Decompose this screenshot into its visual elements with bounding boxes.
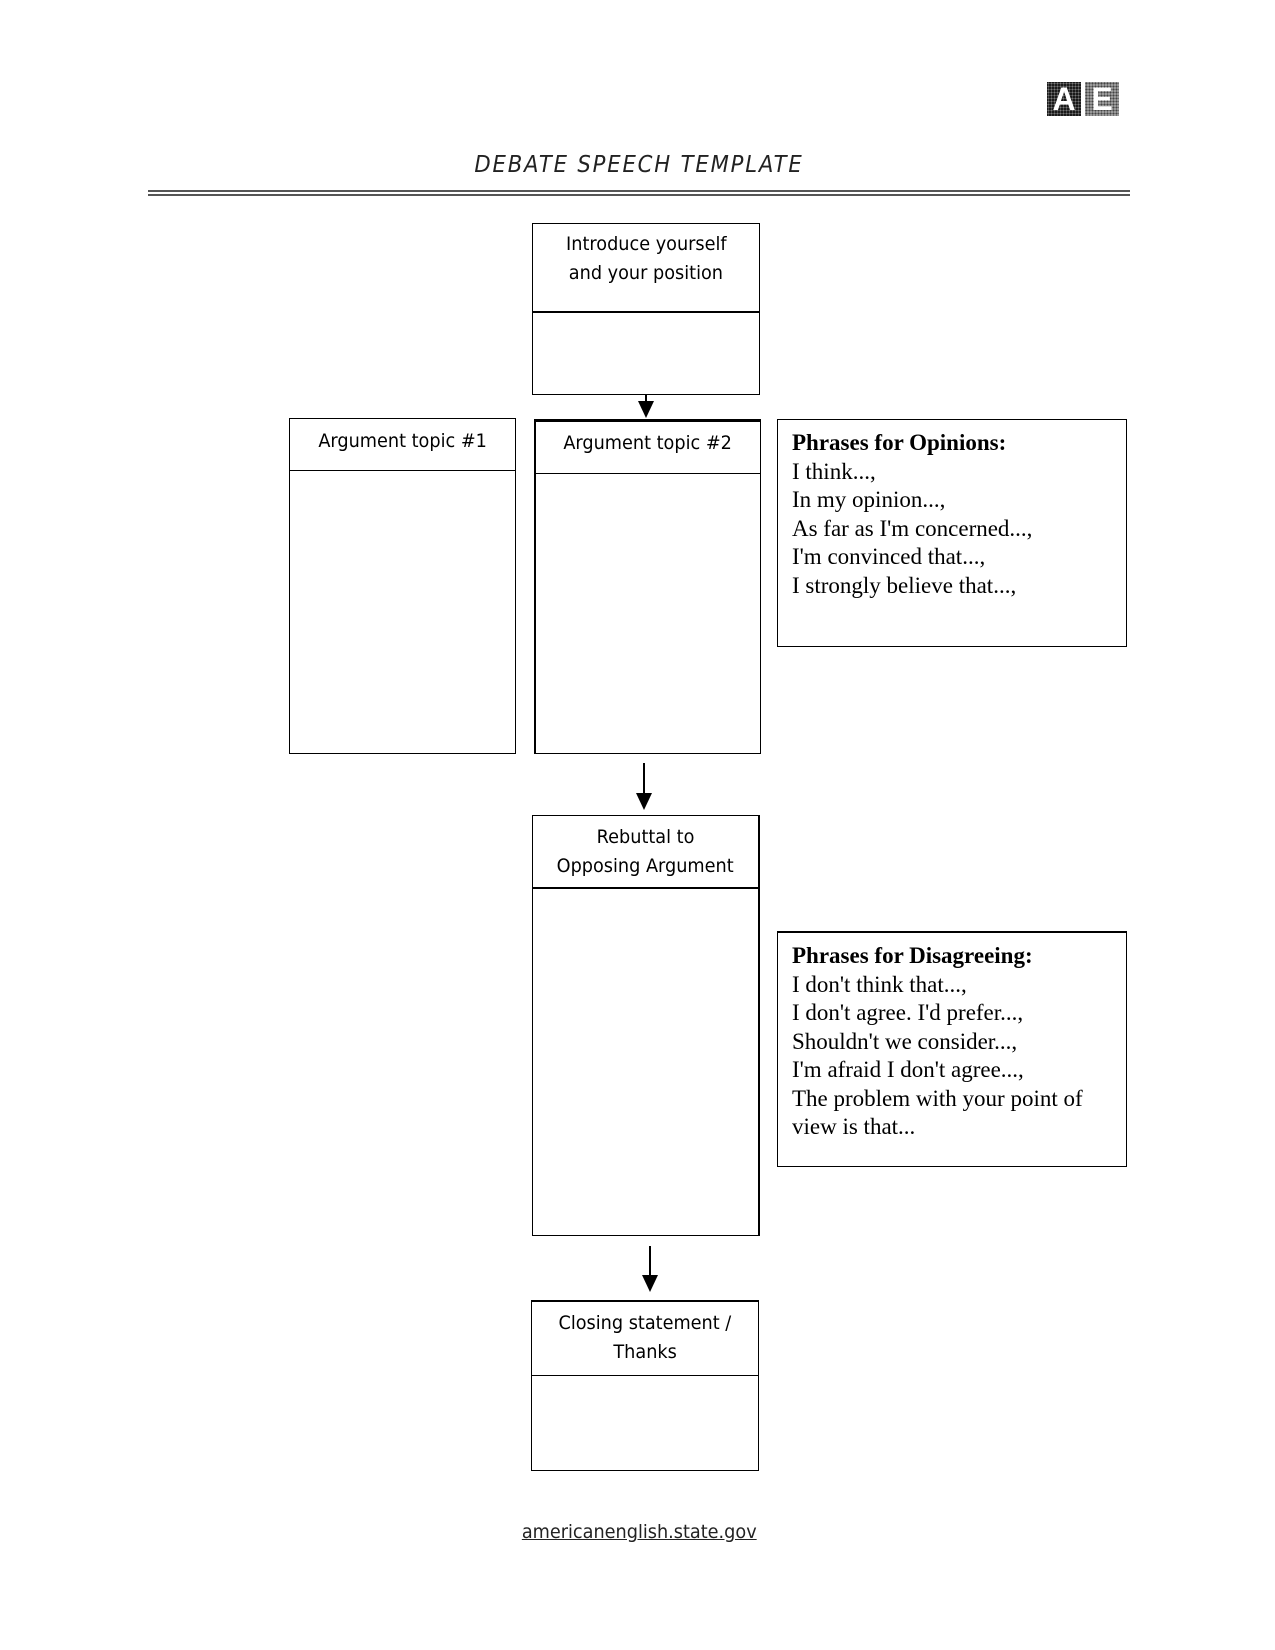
- argument-topic-1-header: Argument topic #1: [290, 419, 515, 471]
- argument-topic-2-header: Argument topic #2: [536, 422, 760, 474]
- rebuttal-writing-area[interactable]: [533, 889, 758, 1233]
- phrase-item: In my opinion...,: [792, 487, 946, 512]
- phrase-item: I don't think that...,: [792, 971, 967, 997]
- intro-box: Introduce yourself and your position: [532, 223, 760, 395]
- phrase-item: I think...,: [792, 458, 876, 484]
- intro-header-line-2: and your position: [568, 262, 724, 284]
- argument-topic-1-label: Argument topic #1: [318, 430, 487, 452]
- arrow-down-icon: [636, 395, 656, 418]
- rebuttal-header: Rebuttal to Opposing Argument: [533, 816, 758, 889]
- phrase-item: The problem with your point of view is t…: [792, 1085, 1083, 1140]
- phrase-item: I don't agree. I'd prefer...,: [792, 1000, 1024, 1025]
- footer-website-link[interactable]: americanenglish.state.gov: [522, 1521, 757, 1543]
- logo-letter-e: E: [1085, 82, 1119, 116]
- phrase-item: Shouldn't we consider...,: [792, 1028, 1018, 1054]
- intro-header-line-1: Introduce yourself: [565, 233, 727, 255]
- phrases-disagreeing-box: Phrases for Disagreeing: I don't think t…: [777, 931, 1127, 1167]
- rebuttal-box: Rebuttal to Opposing Argument: [532, 815, 760, 1236]
- phrase-item: I strongly believe that...,: [792, 572, 1017, 598]
- phrase-item: As far as I'm concerned...,: [792, 515, 1033, 541]
- closing-header: Closing statement / Thanks: [532, 1302, 758, 1376]
- rebuttal-header-line-2: Opposing Argument: [557, 855, 734, 877]
- footer: americanenglish.state.gov: [148, 1521, 1130, 1543]
- phrases-disagreeing-title: Phrases for Disagreeing:: [792, 943, 1033, 968]
- logo-letter-a: A: [1047, 82, 1081, 116]
- closing-box: Closing statement / Thanks: [531, 1300, 759, 1471]
- argument-topic-1-box: Argument topic #1: [289, 418, 516, 754]
- closing-header-line-1: Closing statement /: [558, 1312, 732, 1334]
- argument-topic-2-writing-area[interactable]: [536, 474, 760, 752]
- closing-header-line-2: Thanks: [613, 1341, 677, 1363]
- argument-topic-2-box: Argument topic #2: [534, 419, 761, 754]
- intro-header: Introduce yourself and your position: [533, 224, 759, 313]
- arrow-down-icon: [640, 1246, 660, 1292]
- title-divider: [148, 190, 1130, 196]
- rebuttal-header-line-1: Rebuttal to: [596, 826, 695, 848]
- argument-topic-1-writing-area[interactable]: [290, 471, 515, 751]
- page-title: DEBATE SPEECH TEMPLATE: [474, 152, 804, 178]
- phrase-item: I'm afraid I don't agree...,: [792, 1057, 1024, 1082]
- closing-writing-area[interactable]: [532, 1376, 758, 1468]
- phrases-opinions-box: Phrases for Opinions: I think..., In my …: [777, 419, 1127, 647]
- argument-topic-2-label: Argument topic #2: [563, 432, 733, 454]
- intro-writing-area[interactable]: [533, 313, 759, 393]
- ae-logo-icon: A E: [1047, 82, 1119, 116]
- phrase-item: I'm convinced that...,: [792, 544, 986, 569]
- arrow-down-icon: [634, 763, 654, 810]
- phrases-opinions-title: Phrases for Opinions:: [792, 430, 1007, 455]
